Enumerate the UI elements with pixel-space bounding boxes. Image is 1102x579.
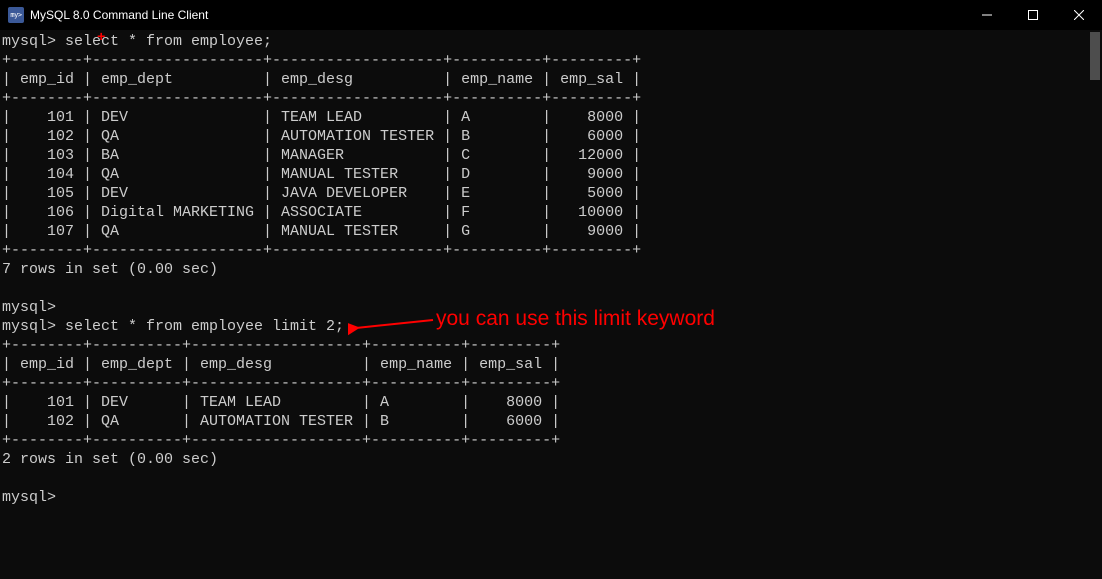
table2-row: | 102 | QA | AUTOMATION TESTER | B | 600… [2, 413, 560, 430]
maximize-button[interactable] [1010, 0, 1056, 30]
scrollbar-track[interactable] [1086, 30, 1102, 579]
table2-header-row: | emp_id | emp_dept | emp_desg | emp_nam… [2, 356, 560, 373]
annotation-text: you can use this limit keyword [436, 307, 715, 331]
table1-row: | 107 | QA | MANUAL TESTER | G | 9000 | [2, 223, 641, 240]
table1-row: | 105 | DEV | JAVA DEVELOPER | E | 5000 … [2, 185, 641, 202]
window-controls [964, 0, 1102, 30]
table1-border-mid: +--------+-------------------+----------… [2, 90, 641, 107]
result1-status: 7 rows in set (0.00 sec) [2, 261, 218, 278]
window-titlebar: MySQL 8.0 Command Line Client [0, 0, 1102, 30]
table1-row: | 104 | QA | MANUAL TESTER | D | 9000 | [2, 166, 641, 183]
blank-prompt-end: mysql> [2, 489, 56, 506]
terminal-output[interactable]: mysql> select * from employee; +--------… [0, 30, 1102, 579]
minimize-button[interactable] [964, 0, 1010, 30]
query-line-1: mysql> select * from employee; [2, 33, 272, 50]
close-button[interactable] [1056, 0, 1102, 30]
table2-row: | 101 | DEV | TEAM LEAD | A | 8000 | [2, 394, 560, 411]
query-line-2: mysql> select * from employee limit 2; [2, 318, 344, 335]
table2-border-top: +--------+----------+-------------------… [2, 337, 560, 354]
window-title: MySQL 8.0 Command Line Client [30, 8, 964, 22]
table1-border-top: +--------+-------------------+----------… [2, 52, 641, 69]
table1-row: | 103 | BA | MANAGER | C | 12000 | [2, 147, 641, 164]
scrollbar-thumb[interactable] [1090, 32, 1100, 80]
table1-header-row: | emp_id | emp_dept | emp_desg | emp_nam… [2, 71, 641, 88]
table1-row: | 101 | DEV | TEAM LEAD | A | 8000 | [2, 109, 641, 126]
table2-border-mid: +--------+----------+-------------------… [2, 375, 560, 392]
table2-border-bot: +--------+----------+-------------------… [2, 432, 560, 449]
annotation-arrow-icon [348, 314, 438, 336]
mysql-icon [8, 7, 24, 23]
table1-border-bot: +--------+-------------------+----------… [2, 242, 641, 259]
table1-row: | 106 | Digital MARKETING | ASSOCIATE | … [2, 204, 641, 221]
result2-status: 2 rows in set (0.00 sec) [2, 451, 218, 468]
blank-prompt: mysql> [2, 299, 56, 316]
table1-row: | 102 | QA | AUTOMATION TESTER | B | 600… [2, 128, 641, 145]
